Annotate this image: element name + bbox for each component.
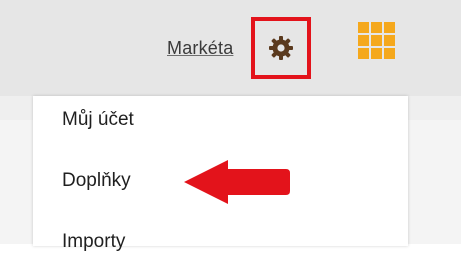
- grid-apps-icon[interactable]: [358, 22, 395, 59]
- menu-item-addons[interactable]: Doplňky: [62, 170, 131, 192]
- grid-cell: [358, 22, 369, 33]
- grid-cell: [371, 22, 382, 33]
- grid-cell: [371, 48, 382, 59]
- grid-cell: [358, 48, 369, 59]
- menu-item-imports[interactable]: Importy: [62, 231, 125, 253]
- grid-cell: [384, 35, 395, 46]
- user-name-link[interactable]: Markéta: [167, 38, 233, 59]
- gear-icon[interactable]: [269, 36, 293, 60]
- menu-item-my-account[interactable]: Můj účet: [62, 109, 134, 131]
- grid-cell: [384, 22, 395, 33]
- grid-cell: [358, 35, 369, 46]
- settings-highlight-box: [251, 17, 311, 79]
- grid-cell: [384, 48, 395, 59]
- red-arrow-annotation: [184, 160, 290, 204]
- grid-cell: [371, 35, 382, 46]
